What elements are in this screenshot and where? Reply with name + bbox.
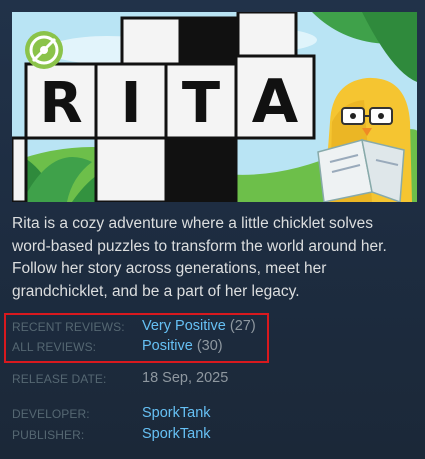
developer-label: DEVELOPER: [12,407,90,421]
all-reviews-label: ALL REVIEWS: [12,340,97,354]
title-letter-r: R [39,71,82,136]
recent-reviews-row: RECENT REVIEWS: Very Positive (27) [12,317,412,337]
publisher-label: PUBLISHER: [12,428,85,442]
all-reviews-summary[interactable]: Positive [142,338,193,354]
developer-row: DEVELOPER: SporkTank [12,404,412,424]
release-date-label: RELEASE DATE: [12,372,107,386]
all-reviews-count: (30) [196,338,223,354]
publisher-link[interactable]: SporkTank [142,426,211,442]
game-description: Rita is a cozy adventure where a little … [12,215,387,300]
developer-link[interactable]: SporkTank [142,405,211,421]
all-reviews-row: ALL REVIEWS: Positive (30) [12,337,412,357]
recent-reviews-count: (27) [229,318,256,334]
capsule-artwork: R I T A [12,12,417,202]
recent-reviews-label: RECENT REVIEWS: [12,320,125,334]
game-info-panel: R I T A Rita is a cozy adventure where a… [0,0,425,459]
disc-badge-icon [25,31,63,69]
title-letter-a: A [252,67,299,137]
recent-reviews-summary[interactable]: Very Positive [142,318,226,334]
title-letter-t: T [182,71,220,136]
all-reviews-value[interactable]: Positive (30) [142,338,223,354]
header-capsule-image[interactable]: R I T A [12,12,417,202]
recent-reviews-value[interactable]: Very Positive (27) [142,318,256,334]
release-date-row: RELEASE DATE: 18 Sep, 2025 [12,369,412,389]
publisher-row: PUBLISHER: SporkTank [12,425,412,445]
release-date-value: 18 Sep, 2025 [142,370,229,386]
title-letter-i: I [121,71,142,136]
